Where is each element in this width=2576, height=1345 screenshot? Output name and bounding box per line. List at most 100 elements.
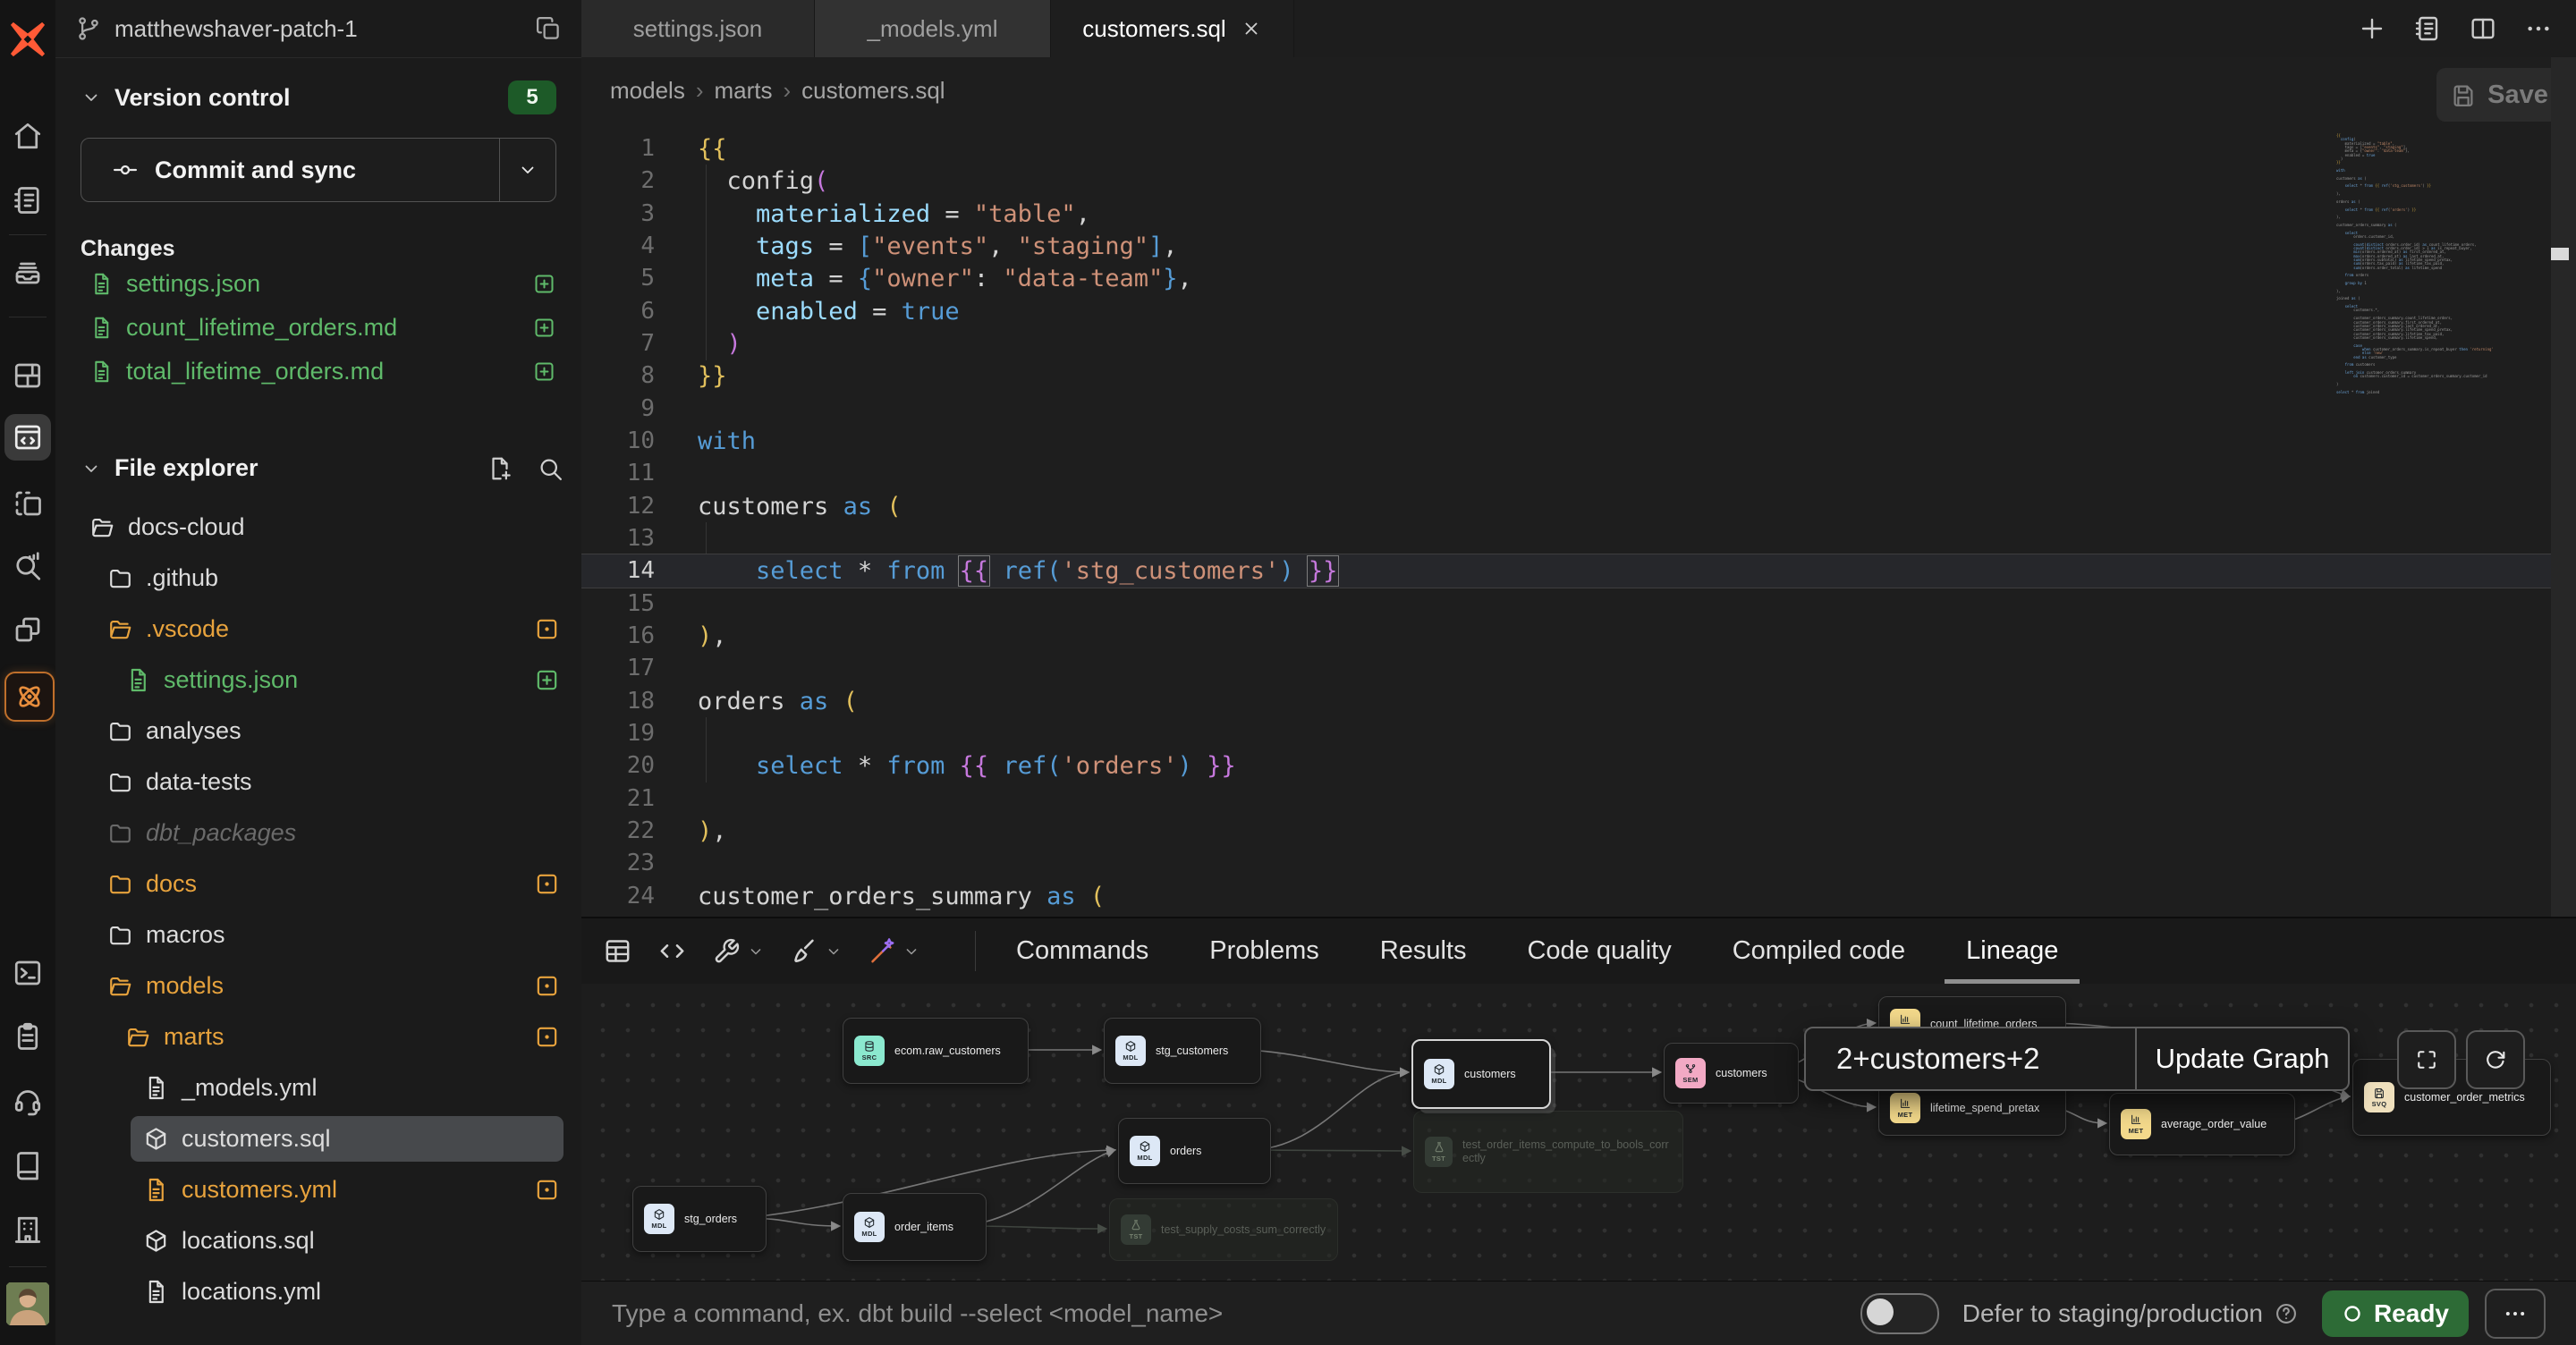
headset-button[interactable] [4,1078,51,1124]
editor-tabstrip: settings.json_models.ymlcustomers.sql [581,0,2576,57]
panel-tab-results[interactable]: Results [1350,918,1497,984]
changed-file-row[interactable]: settings.json [80,262,556,306]
tree-item-.vscode[interactable]: .vscode [80,604,564,655]
code-line-10: 10with [581,425,2551,458]
tree-item-models[interactable]: models [80,960,564,1011]
modified-badge-icon [534,973,560,999]
book-button[interactable] [4,1142,51,1189]
changes-list: settings.json count_lifetime_orders.mdtot… [80,262,556,393]
user-avatar[interactable] [4,1281,51,1327]
overlap-windows-icon [12,613,44,646]
more-options-button[interactable] [2485,1289,2546,1339]
chevron-down-icon[interactable] [80,458,102,479]
fullscreen-icon [2414,1047,2439,1072]
table-icon [603,936,632,966]
panel-tab-problems[interactable]: Problems [1179,918,1350,984]
ellipsis-icon[interactable] [2524,14,2553,43]
lineage-node-customers[interactable]: MDLcustomers [1411,1039,1551,1109]
changed-file-row[interactable]: count_lifetime_orders.md [80,306,556,350]
lineage-refresh-button[interactable] [2466,1030,2525,1089]
lineage-node-test_supply[interactable]: TSTtest_supply_costs_sum_correctly [1109,1198,1338,1261]
search-insights-button[interactable] [4,543,51,589]
new-file-icon[interactable] [487,455,513,482]
close-icon[interactable] [1241,18,1262,39]
lineage-selector-input[interactable]: 2+customers+2 [1806,1028,2135,1089]
lineage-node-test_order_items[interactable]: TSTtest_order_items_compute_to_bools_cor… [1413,1111,1683,1193]
lineage-node-orders[interactable]: MDLorders [1118,1118,1271,1184]
search-icon[interactable] [537,455,564,482]
panel-tab-commands[interactable]: Commands [986,918,1179,984]
tree-item-docs-cloud[interactable]: docs-cloud [80,502,564,553]
flask-icon [1433,1141,1445,1154]
panel-tab-compiled-code[interactable]: Compiled code [1702,918,1936,984]
table-tool-button[interactable] [603,936,632,966]
code-editor-button[interactable] [4,414,51,461]
update-graph-button[interactable]: Update Graph [2137,1028,2348,1089]
overlap-windows-button[interactable] [4,606,51,653]
tree-item-settings.json[interactable]: settings.json [80,655,564,706]
notebook-icon [12,184,44,216]
tree-item-customers.yml[interactable]: customers.yml [80,1164,564,1215]
code-editor[interactable]: models › marts › customers.sql Save 1{{2… [581,57,2576,917]
plus-icon[interactable] [2358,14,2386,43]
code-line-3: 3 materialized = "table", [581,198,2551,231]
commit-options-caret[interactable] [499,139,555,201]
notebook-button[interactable] [4,177,51,224]
copy-branch-icon[interactable] [535,15,562,42]
folder-open-icon [89,514,115,540]
tree-item-macros[interactable]: macros [80,909,564,960]
tree-item-data-tests[interactable]: data-tests [80,757,564,808]
panel-tab-lineage[interactable]: Lineage [1936,918,2089,984]
broom-tool-button[interactable] [790,936,843,966]
home-button[interactable] [4,113,51,159]
lineage-node-stg_customers[interactable]: MDLstg_customers [1104,1018,1261,1084]
layout-grid-button[interactable] [4,352,51,399]
atom-button[interactable] [4,672,55,722]
code-tool-button[interactable] [657,936,687,966]
tree-item-dbt_packages[interactable]: dbt_packages [80,808,564,859]
lineage-node-average_order_value[interactable]: METaverage_order_value [2109,1093,2295,1155]
chevron-down-icon[interactable] [80,87,102,108]
terminal-button[interactable] [4,950,51,996]
split-icon[interactable] [2469,14,2497,43]
changed-file-row[interactable]: total_lifetime_orders.md [80,350,556,393]
chevron-down-icon [825,943,843,960]
help-icon[interactable] [2274,1301,2299,1326]
lineage-node-stg_orders[interactable]: MDLstg_orders [632,1186,767,1252]
defer-toggle[interactable] [1860,1293,1939,1334]
command-input[interactable]: Type a command, ex. dbt build --select <… [612,1299,1860,1328]
panel-tab-code-quality[interactable]: Code quality [1496,918,1701,984]
tree-item-.github[interactable]: .github [80,553,564,604]
lineage-node-raw_customers[interactable]: SRCecom.raw_customers [843,1018,1029,1084]
panel-tabs: CommandsProblemsResultsCode qualityCompi… [986,918,2089,984]
ai-pen-tool-button[interactable] [868,936,920,966]
commit-and-sync-button[interactable]: Commit and sync [80,138,556,202]
inbox-tray-button[interactable] [4,249,51,295]
tree-item-marts[interactable]: marts [80,1011,564,1062]
tree-item-docs[interactable]: docs [80,859,564,909]
selection-frame-button[interactable] [4,480,51,527]
lineage-fullscreen-button[interactable] [2397,1030,2456,1089]
tab-settings.json[interactable]: settings.json [581,0,815,57]
tab-_models.yml[interactable]: _models.yml [815,0,1051,57]
clipboard-button[interactable] [4,1013,51,1060]
code-line-17: 17 [581,652,2551,685]
tree-item-analyses[interactable]: analyses [80,706,564,757]
tab-customers.sql[interactable]: customers.sql [1051,0,1294,57]
tree-item-customers.sql[interactable]: customers.sql [80,1113,564,1164]
code-lines[interactable]: 1{{2 config(3 materialized = "table",4 t… [581,57,2551,917]
tree-item-locations.sql[interactable]: locations.sql [80,1215,564,1266]
building-button[interactable] [4,1206,51,1253]
tree-item-locations.yml[interactable]: locations.yml [80,1266,564,1317]
notebook-icon[interactable] [2413,14,2442,43]
lineage-node-customers_sem[interactable]: SEMcustomers [1664,1043,1799,1104]
tree-item-_models.yml[interactable]: _models.yml [80,1062,564,1113]
lineage-node-order_items[interactable]: MDLorder_items [843,1193,987,1261]
editor-scrollbar[interactable] [2551,57,2576,917]
minimap[interactable]: {{ config( materialized = "table", tags … [2336,134,2488,394]
changed-file-name: count_lifetime_orders.md [126,314,520,342]
wrench-tool-button[interactable] [712,936,765,966]
ready-status-button[interactable]: Ready [2322,1290,2469,1337]
lineage-canvas[interactable]: SRCecom.raw_customers MDLstg_customers MDL… [581,984,2576,1282]
dbt-logo-button[interactable] [4,16,51,63]
